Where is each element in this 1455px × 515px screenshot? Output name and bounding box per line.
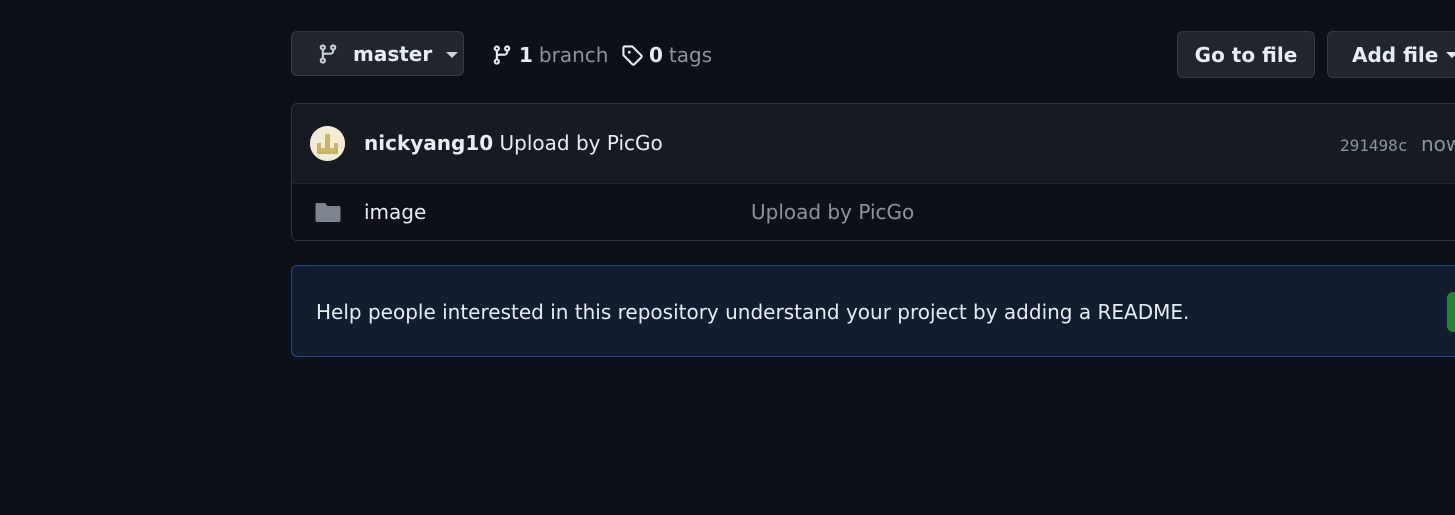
- tags-link[interactable]: 0 tags: [621, 41, 712, 69]
- list-item[interactable]: image Upload by PicGo: [292, 184, 1455, 240]
- chevron-down-icon: [446, 52, 459, 58]
- readme-prompt-text: Help people interested in this repositor…: [316, 300, 1190, 324]
- tag-icon: [621, 44, 643, 66]
- commit-sha[interactable]: 291498c: [1340, 136, 1407, 155]
- tag-count: 0: [649, 43, 663, 67]
- file-commit-message[interactable]: Upload by PicGo: [751, 200, 914, 224]
- branch-name: master: [353, 41, 433, 66]
- commit-time: now: [1421, 132, 1455, 156]
- latest-commit-row: nickyang10 Upload by PicGo 291498c now: [292, 104, 1455, 184]
- branch-selector-button[interactable]: master: [291, 31, 464, 76]
- commit-message[interactable]: Upload by PicGo: [500, 131, 663, 155]
- file-name[interactable]: image: [364, 200, 426, 224]
- branch-label: branch: [538, 43, 609, 67]
- chevron-down-icon: [1446, 51, 1455, 58]
- folder-icon: [315, 201, 341, 223]
- git-branch-icon: [491, 44, 513, 66]
- branches-link[interactable]: 1 branch: [491, 41, 608, 69]
- readme-prompt-banner: Help people interested in this repositor…: [291, 265, 1455, 357]
- branch-count: 1: [519, 43, 533, 67]
- add-readme-button[interactable]: [1447, 292, 1455, 332]
- go-to-file-button[interactable]: Go to file: [1177, 31, 1315, 78]
- file-list: nickyang10 Upload by PicGo 291498c now i…: [291, 103, 1455, 241]
- commit-author[interactable]: nickyang10: [364, 131, 493, 155]
- tag-label: tags: [668, 43, 713, 67]
- commit-summary: nickyang10 Upload by PicGo: [364, 131, 663, 155]
- git-branch-icon: [317, 43, 339, 65]
- add-file-button[interactable]: Add file: [1327, 31, 1455, 78]
- repo-page: master 1 branch 0 tags Go to file Add fi…: [0, 0, 1455, 515]
- add-file-label: Add file: [1352, 42, 1439, 67]
- avatar[interactable]: [310, 126, 345, 161]
